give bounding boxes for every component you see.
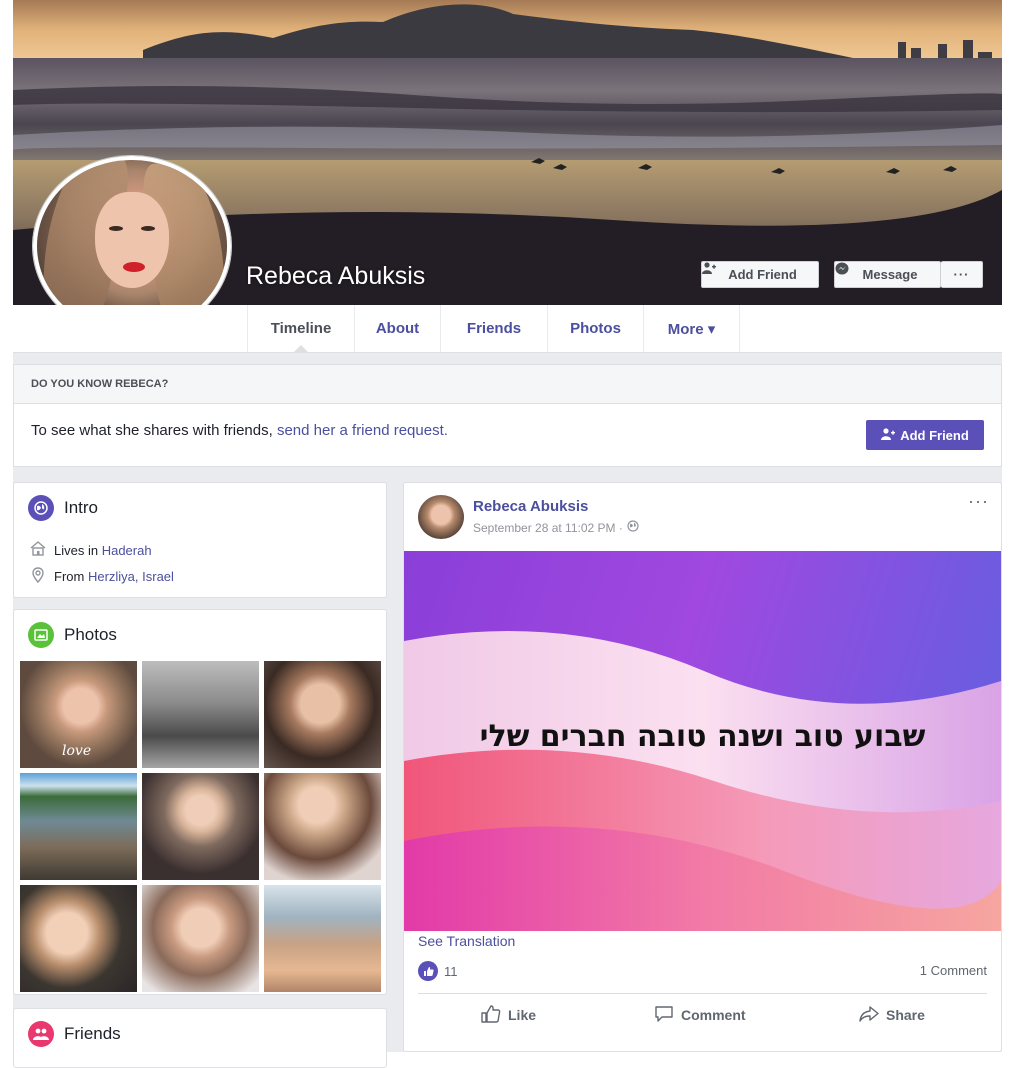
post-divider [418,993,987,994]
photo-thumbnail[interactable] [142,773,259,880]
post-text: שבוע טוב ושנה טובה חברים שלי [479,719,926,754]
home-icon [30,541,46,559]
photo-thumbnail[interactable] [142,661,259,768]
photo-thumbnail[interactable] [20,885,137,992]
reactions-summary[interactable]: 11 [418,961,458,981]
add-friend-icon [881,427,896,443]
like-button[interactable]: Like [481,1003,536,1027]
photo-thumbnail[interactable] [264,885,381,992]
cover-photo[interactable]: Rebeca Abuksis Add Friend Message ··· [13,0,1002,305]
post-options-button[interactable]: ··· [968,491,989,512]
post-author-name[interactable]: Rebeca Abuksis [473,498,588,515]
friends-title[interactable]: Friends [28,1021,121,1047]
photo-thumbnail[interactable] [20,773,137,880]
lives-in-link[interactable]: Haderah [102,543,152,558]
intro-card: Intro Lives in Haderah From Herzliya, Is… [13,482,387,598]
page-edge [1002,0,1024,1052]
send-friend-request-link[interactable]: send her a friend request. [277,422,448,439]
tab-timeline[interactable]: Timeline [247,305,354,352]
profile-page: Rebeca Abuksis Add Friend Message ··· Ti… [13,0,1002,1068]
lives-in-row: Lives in Haderah [30,541,152,559]
photos-icon [28,622,54,648]
tab-photos[interactable]: Photos [547,305,643,352]
hometown-link[interactable]: Herzliya, Israel [88,569,174,584]
share-arrow-icon [859,1005,879,1025]
location-pin-icon [30,567,46,586]
globe-icon [28,495,54,521]
add-friend-label: Add Friend [900,427,969,443]
share-button[interactable]: Share [859,1003,925,1027]
comment-button[interactable]: Comment [654,1003,746,1027]
comment-bubble-icon [654,1005,674,1026]
cover-add-friend-button[interactable]: Add Friend [701,261,819,288]
profile-nav: Timeline About Friends Photos More ▾ [13,305,1002,353]
like-reaction-icon [418,961,438,981]
post-timestamp[interactable]: September 28 at 11:02 PM · [473,520,639,535]
photos-card: Photos love [13,609,387,995]
photo-grid: love [20,661,382,992]
photo-thumbnail[interactable] [264,773,381,880]
comment-count-link[interactable]: 1 Comment [920,963,987,978]
profile-name[interactable]: Rebeca Abuksis [246,262,425,291]
see-translation-link[interactable]: See Translation [418,933,515,949]
public-globe-icon [627,520,639,535]
do-you-know-card: DO YOU KNOW REBECA? To see what she shar… [13,364,1002,467]
message-button[interactable]: Message [834,261,941,288]
tab-about[interactable]: About [354,305,440,352]
friends-card: Friends [13,1008,387,1068]
message-label: Message [862,267,918,282]
tab-more[interactable]: More ▾ [643,305,740,352]
from-row: From Herzliya, Israel [30,567,174,586]
add-friend-label: Add Friend [728,267,797,282]
thumbs-up-icon [481,1004,501,1026]
photo-thumbnail[interactable] [142,885,259,992]
add-friend-button[interactable]: Add Friend [866,420,984,450]
photo-thumbnail[interactable]: love [20,661,137,768]
photo-thumbnail[interactable] [264,661,381,768]
post-background-image[interactable]: שבוע טוב ושנה טובה חברים שלי [404,551,1001,931]
tab-friends[interactable]: Friends [440,305,547,352]
post-author-avatar[interactable] [418,495,464,539]
intro-title: Intro [28,495,98,521]
friends-icon [28,1021,54,1047]
photos-title[interactable]: Photos [28,622,117,648]
timeline-post: Rebeca Abuksis September 28 at 11:02 PM … [403,482,1002,1052]
profile-more-button[interactable]: ··· [941,261,983,288]
friend-request-prompt: To see what she shares with friends, sen… [31,422,448,439]
do-you-know-header: DO YOU KNOW REBECA? [14,365,1001,404]
